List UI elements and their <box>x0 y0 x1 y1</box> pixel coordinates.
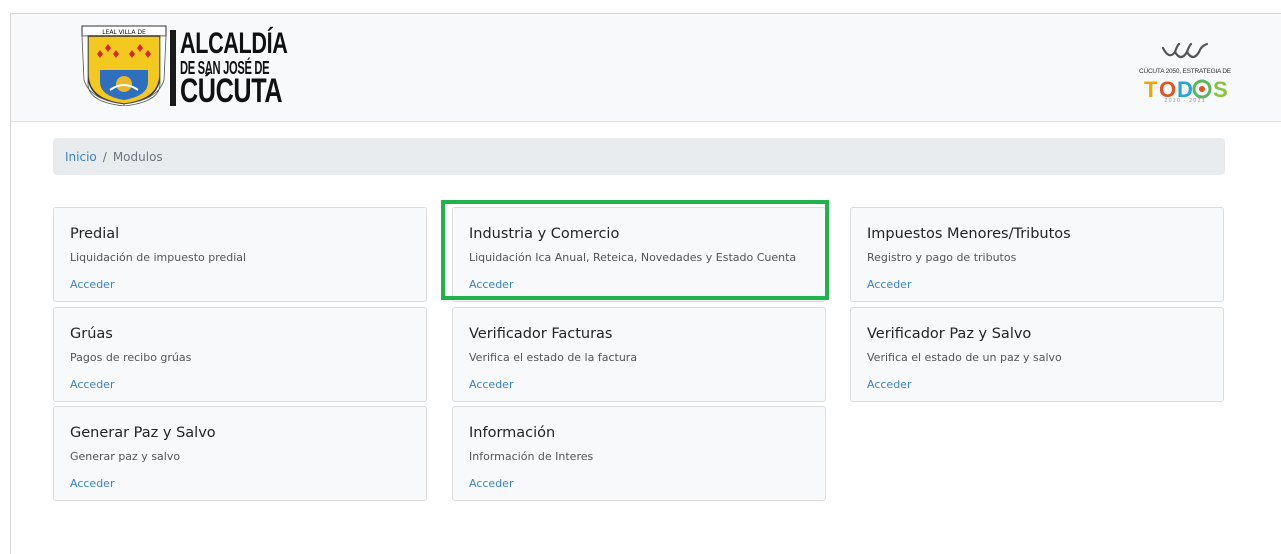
module-card-generar-paz-salvo: Generar Paz y Salvo Generar paz y salvo … <box>53 406 427 501</box>
years-label: 2020 - 2023 <box>1164 98 1206 104</box>
module-description: Verifica el estado de la factura <box>469 351 638 364</box>
cucuta-2050-logo: CÚCUTA 2050, ESTRATEGIA DE T O D S 2020 … <box>1135 40 1235 106</box>
module-card-informacion: Información Información de Interes Acced… <box>452 406 826 501</box>
acceder-link-industria-comercio[interactable]: Acceder <box>469 278 513 292</box>
breadcrumb: Inicio / Modulos <box>53 138 1225 175</box>
alcaldia-wordmark: ALCALDÍA DE SAN JOSÉ DE CÚCUTA <box>170 27 288 110</box>
module-description: Liquidación Ica Anual, Reteica, Novedade… <box>469 251 797 264</box>
acceder-link-verificador-facturas[interactable]: Acceder <box>469 378 513 392</box>
wordmark-line-1: ALCALDÍA <box>180 27 288 60</box>
site-header: LEAL VILLA DE ALCALDÍA DE SAN JOSÉ DE CÚ… <box>11 14 1281 122</box>
wordmark-line-3: CÚCUTA <box>180 72 283 110</box>
breadcrumb-separator: / <box>102 149 107 164</box>
module-card-industria-comercio: Industria y Comercio Liquidación Ica Anu… <box>452 207 826 302</box>
module-title: Verificador Paz y Salvo <box>867 326 1032 342</box>
module-description: Pagos de recibo grúas <box>70 351 192 364</box>
breadcrumb-current: Modulos <box>112 149 163 164</box>
module-description: Registro y pago de tributos <box>867 251 1017 264</box>
acceder-link-predial[interactable]: Acceder <box>70 278 114 292</box>
acceder-link-gruas[interactable]: Acceder <box>70 378 114 392</box>
alcaldia-cucuta-logo[interactable]: LEAL VILLA DE ALCALDÍA DE SAN JOSÉ DE CÚ… <box>80 20 288 110</box>
module-title: Verificador Facturas <box>469 326 613 342</box>
module-title: Predial <box>70 226 120 242</box>
browser-frame: LEAL VILLA DE ALCALDÍA DE SAN JOSÉ DE CÚ… <box>10 13 1281 554</box>
acceder-link-generar-paz-salvo[interactable]: Acceder <box>70 477 114 491</box>
svg-text:LEAL VILLA DE: LEAL VILLA DE <box>102 29 146 36</box>
module-description: Información de Interes <box>469 450 594 463</box>
module-description: Liquidación de impuesto predial <box>70 251 247 264</box>
module-card-gruas: Grúas Pagos de recibo grúas Acceder <box>53 307 427 402</box>
breadcrumb-home-link[interactable]: Inicio <box>65 150 97 164</box>
module-title: Impuestos Menores/Tributos <box>867 226 1071 242</box>
module-card-verificador-paz-salvo: Verificador Paz y Salvo Verifica el esta… <box>850 307 1224 402</box>
module-card-verificador-facturas: Verificador Facturas Verifica el estado … <box>452 307 826 402</box>
module-title: Información <box>469 425 556 441</box>
module-title: Generar Paz y Salvo <box>70 425 216 441</box>
strategy-tagline: CÚCUTA 2050, ESTRATEGIA DE <box>1138 68 1232 75</box>
module-description: Verifica el estado de un paz y salvo <box>867 351 1062 364</box>
wordmark-bar <box>170 30 176 106</box>
birds-icon <box>1161 42 1209 59</box>
module-description: Generar paz y salvo <box>70 450 181 463</box>
module-card-impuestos-menores: Impuestos Menores/Tributos Registro y pa… <box>850 207 1224 302</box>
module-card-predial: Predial Liquidación de impuesto predial … <box>53 207 427 302</box>
module-title: Grúas <box>70 326 113 342</box>
acceder-link-impuestos-menores[interactable]: Acceder <box>867 278 911 292</box>
acceder-link-informacion[interactable]: Acceder <box>469 477 513 491</box>
acceder-link-verificador-paz-salvo[interactable]: Acceder <box>867 378 911 392</box>
city-shield-icon: LEAL VILLA DE <box>81 25 167 106</box>
module-title: Industria y Comercio <box>469 226 620 242</box>
